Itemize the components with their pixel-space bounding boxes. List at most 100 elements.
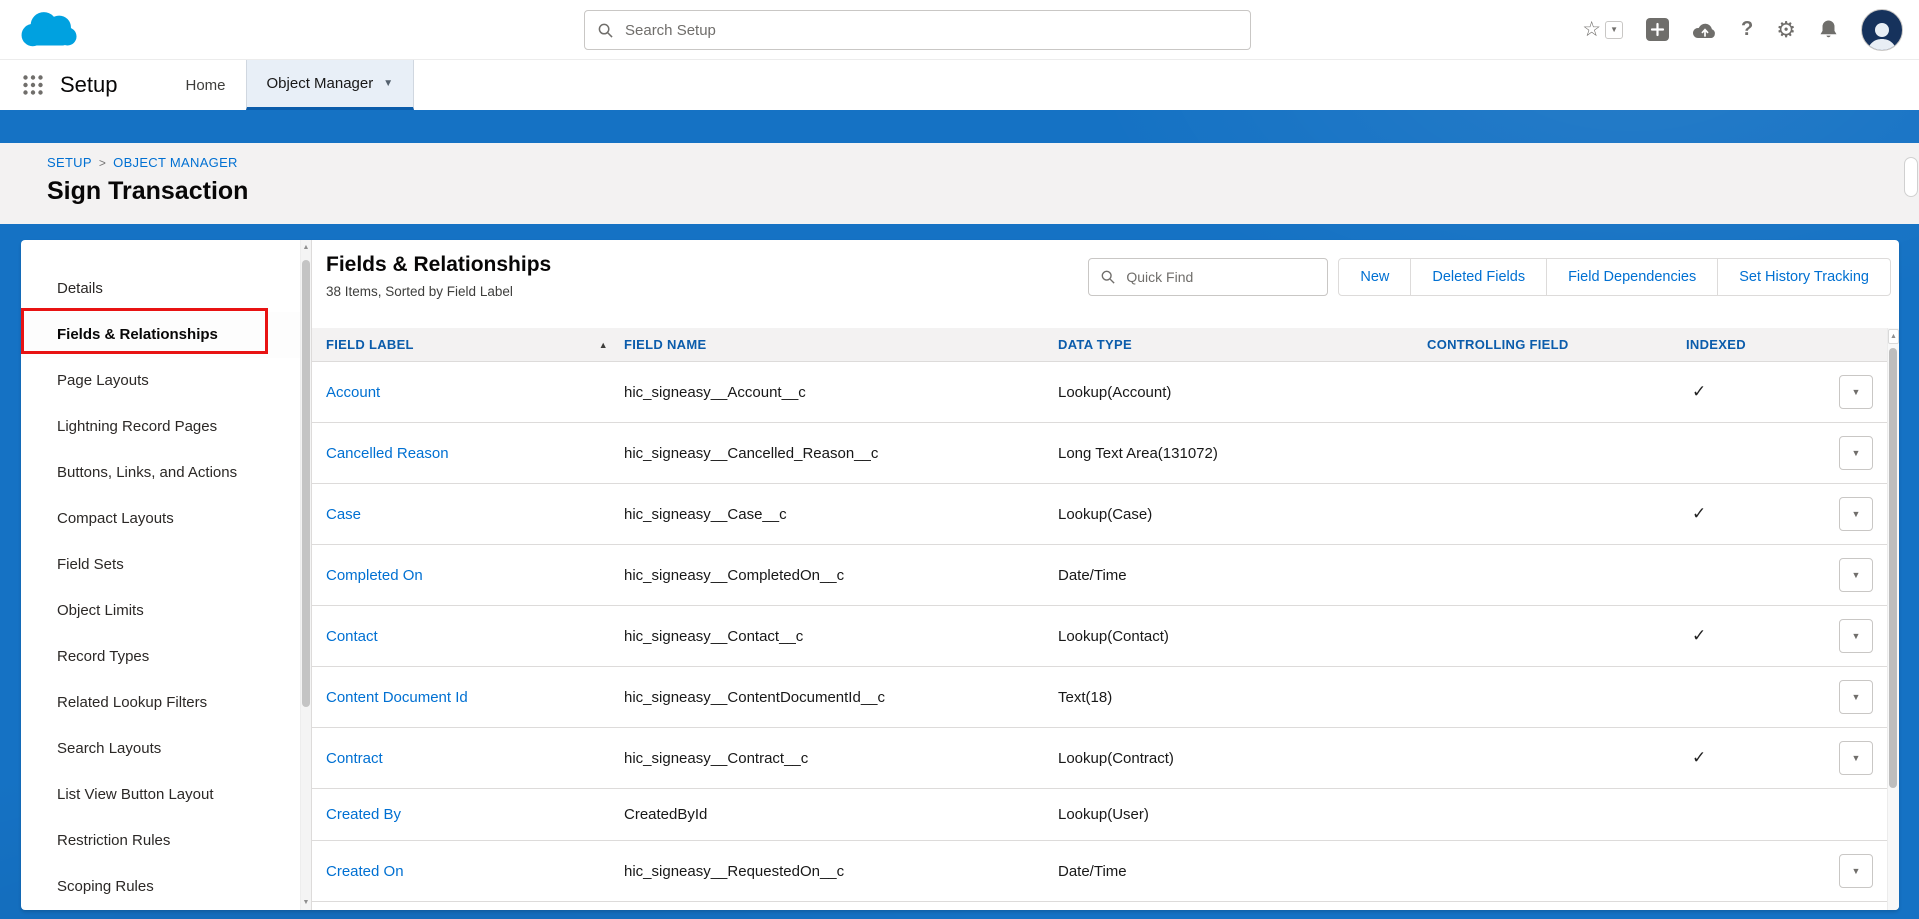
nav-tabs: Home Object Manager ▼ bbox=[166, 60, 415, 110]
sidebar-item-list-view-button-layout[interactable]: List View Button Layout bbox=[21, 772, 311, 818]
action-button-group: New Deleted Fields Field Dependencies Se… bbox=[1338, 258, 1891, 296]
data-type-cell: Date/Time bbox=[1058, 567, 1427, 584]
chevron-down-icon: ▼ bbox=[383, 78, 393, 89]
row-actions-menu-button[interactable]: ▼ bbox=[1839, 497, 1873, 531]
gear-icon[interactable]: ⚙ bbox=[1776, 19, 1796, 41]
scroll-down-arrow-icon[interactable]: ▼ bbox=[301, 896, 311, 909]
sidebar-item-lightning-record-pages[interactable]: Lightning Record Pages bbox=[21, 404, 311, 450]
row-actions-menu-button[interactable]: ▼ bbox=[1839, 375, 1873, 409]
global-search-input[interactable] bbox=[623, 21, 1250, 40]
sidebar-item-restriction-rules[interactable]: Restriction Rules bbox=[21, 818, 311, 864]
field-label-link[interactable]: Completed On bbox=[326, 567, 423, 584]
sidebar-item-label: Related Lookup Filters bbox=[57, 694, 207, 711]
sidebar-item-object-limits[interactable]: Object Limits bbox=[21, 588, 311, 634]
sidebar-list: Details Fields & Relationships Page Layo… bbox=[21, 266, 311, 910]
chevron-down-icon: ▼ bbox=[1852, 753, 1861, 763]
waffle-grid-icon bbox=[22, 74, 44, 96]
quick-find-input[interactable] bbox=[1124, 268, 1327, 286]
field-name-cell: hic_signeasy__CompletedOn__c bbox=[624, 567, 1058, 584]
notifications-bell-icon[interactable] bbox=[1819, 19, 1838, 40]
column-header-indexed[interactable]: INDEXED bbox=[1686, 337, 1806, 352]
search-icon bbox=[1101, 270, 1115, 284]
sidebar-item-details[interactable]: Details bbox=[21, 266, 311, 312]
column-header-data-type[interactable]: DATA TYPE bbox=[1058, 337, 1427, 352]
indexed-check-icon: ✓ bbox=[1686, 382, 1706, 401]
chevron-down-icon: ▼ bbox=[1852, 448, 1861, 458]
column-header-field-name[interactable]: FIELD NAME bbox=[624, 337, 1058, 352]
breadcrumb-object-manager-link[interactable]: OBJECT MANAGER bbox=[113, 155, 238, 170]
field-label-link[interactable]: Contact bbox=[326, 628, 378, 645]
field-dependencies-button[interactable]: Field Dependencies bbox=[1546, 258, 1718, 296]
row-actions-menu-button[interactable]: ▼ bbox=[1839, 436, 1873, 470]
scroll-up-arrow-icon[interactable]: ▲ bbox=[301, 241, 311, 254]
deleted-fields-button[interactable]: Deleted Fields bbox=[1410, 258, 1547, 296]
page-scrollbar-thumb[interactable] bbox=[1904, 157, 1918, 197]
set-history-tracking-button[interactable]: Set History Tracking bbox=[1717, 258, 1891, 296]
field-label-link[interactable]: Contract bbox=[326, 750, 383, 767]
sidebar-item-scoping-rules[interactable]: Scoping Rules bbox=[21, 864, 311, 910]
table-row-cancelled-reason: Cancelled Reason hic_signeasy__Cancelled… bbox=[312, 423, 1899, 484]
row-actions-menu-button[interactable]: ▼ bbox=[1839, 741, 1873, 775]
app-launcher-waffle-icon[interactable] bbox=[14, 60, 52, 110]
content-header: Fields & Relationships 38 Items, Sorted … bbox=[312, 240, 1899, 328]
content-scrollbar[interactable]: ▲ bbox=[1887, 328, 1899, 910]
sidebar-item-fields-relationships[interactable]: Fields & Relationships bbox=[21, 312, 311, 358]
row-actions-menu-button[interactable]: ▼ bbox=[1839, 680, 1873, 714]
favorites-star-icon[interactable]: ☆ bbox=[1582, 19, 1601, 40]
field-name-cell: CreatedById bbox=[624, 806, 1058, 823]
data-type-cell: Lookup(Account) bbox=[1058, 384, 1427, 401]
field-label-link[interactable]: Case bbox=[326, 506, 361, 523]
avatar-silhouette-icon bbox=[1865, 20, 1899, 50]
sidebar-item-label: List View Button Layout bbox=[57, 786, 214, 803]
field-label-link[interactable]: Content Document Id bbox=[326, 689, 468, 706]
upload-cloud-button[interactable] bbox=[1692, 20, 1718, 40]
table-body: Account hic_signeasy__Account__c Lookup(… bbox=[312, 362, 1899, 902]
sidebar-item-compact-layouts[interactable]: Compact Layouts bbox=[21, 496, 311, 542]
sidebar-item-related-lookup-filters[interactable]: Related Lookup Filters bbox=[21, 680, 311, 726]
scroll-up-arrow-icon[interactable]: ▲ bbox=[1888, 329, 1899, 344]
table-row-content-document-id: Content Document Id hic_signeasy__Conten… bbox=[312, 667, 1899, 728]
indexed-check-icon: ✓ bbox=[1686, 504, 1706, 523]
sidebar-item-record-types[interactable]: Record Types bbox=[21, 634, 311, 680]
favorites-chevron-down-icon[interactable]: ▼ bbox=[1605, 21, 1623, 39]
row-actions-menu-button[interactable]: ▼ bbox=[1839, 619, 1873, 653]
header-utility-icons: ☆ ▼ ? ⚙ bbox=[1582, 9, 1903, 51]
content-scrollbar-thumb[interactable] bbox=[1889, 348, 1897, 788]
chevron-down-icon: ▼ bbox=[1852, 570, 1861, 580]
field-label-link[interactable]: Cancelled Reason bbox=[326, 445, 449, 462]
user-avatar[interactable] bbox=[1861, 9, 1903, 51]
table-row-contract: Contract hic_signeasy__Contract__c Looku… bbox=[312, 728, 1899, 789]
data-type-cell: Lookup(User) bbox=[1058, 806, 1427, 823]
table-row-completed-on: Completed On hic_signeasy__CompletedOn__… bbox=[312, 545, 1899, 606]
breadcrumb-separator: > bbox=[99, 156, 106, 170]
sidebar-scrollbar-thumb[interactable] bbox=[302, 260, 310, 707]
help-icon[interactable]: ? bbox=[1741, 18, 1753, 41]
field-label-link[interactable]: Created By bbox=[326, 806, 401, 823]
sidebar-item-page-layouts[interactable]: Page Layouts bbox=[21, 358, 311, 404]
add-button[interactable] bbox=[1646, 18, 1669, 41]
column-header-field-label[interactable]: FIELD LABEL ▲ bbox=[326, 337, 624, 352]
content-panel: Fields & Relationships 38 Items, Sorted … bbox=[312, 240, 1899, 910]
sidebar-item-label: Scoping Rules bbox=[57, 878, 154, 895]
salesforce-logo bbox=[16, 7, 102, 52]
tab-object-manager[interactable]: Object Manager ▼ bbox=[246, 60, 415, 110]
breadcrumb-setup-link[interactable]: SETUP bbox=[47, 155, 92, 170]
chevron-down-icon: ▼ bbox=[1852, 631, 1861, 641]
field-name-cell: hic_signeasy__Account__c bbox=[624, 384, 1058, 401]
tab-home[interactable]: Home bbox=[166, 60, 246, 110]
row-actions-menu-button[interactable]: ▼ bbox=[1839, 558, 1873, 592]
column-header-controlling-field[interactable]: CONTROLLING FIELD bbox=[1427, 337, 1686, 352]
quick-find bbox=[1088, 258, 1328, 296]
data-type-cell: Date/Time bbox=[1058, 863, 1427, 880]
row-actions-menu-button[interactable]: ▼ bbox=[1839, 854, 1873, 888]
field-label-link[interactable]: Account bbox=[326, 384, 380, 401]
field-name-cell: hic_signeasy__Contract__c bbox=[624, 750, 1058, 767]
sidebar-scrollbar[interactable]: ▲ ▼ bbox=[300, 240, 311, 910]
sidebar-item-field-sets[interactable]: Field Sets bbox=[21, 542, 311, 588]
sidebar-item-search-layouts[interactable]: Search Layouts bbox=[21, 726, 311, 772]
new-button[interactable]: New bbox=[1338, 258, 1411, 296]
field-label-link[interactable]: Created On bbox=[326, 863, 404, 880]
chevron-down-icon: ▼ bbox=[1852, 387, 1861, 397]
sidebar-item-buttons-links-and-actions[interactable]: Buttons, Links, and Actions bbox=[21, 450, 311, 496]
favorites-control: ☆ ▼ bbox=[1582, 19, 1623, 40]
